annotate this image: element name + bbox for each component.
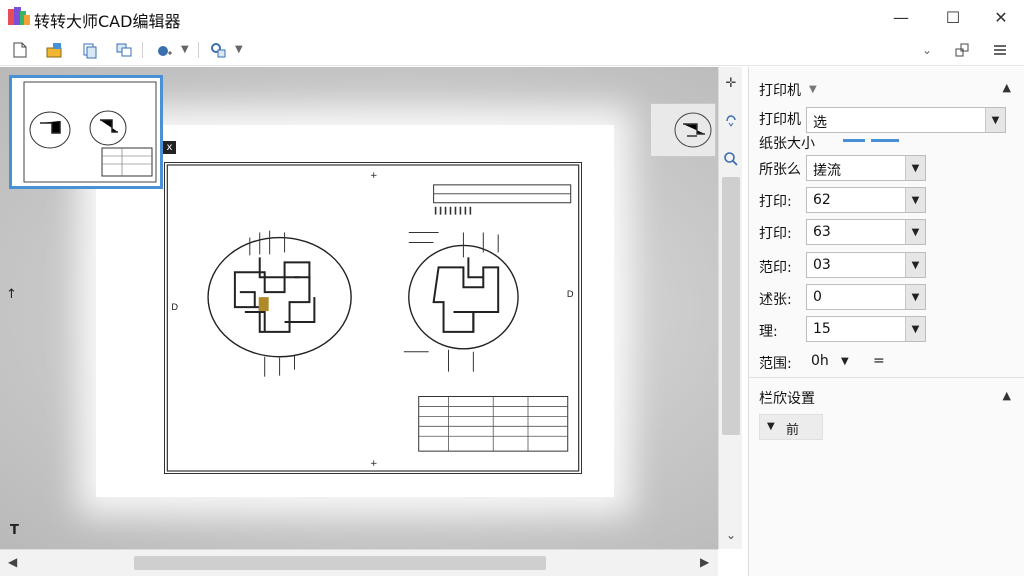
printer-section-title: 打印机 <box>759 83 801 99</box>
print-range-label: 范印: <box>759 260 792 276</box>
app-window: 转转大师CAD编辑器 — ☐ ✕ ▼ ▼ ⌄ + + D D x ↑ T ✛ ⌄… <box>0 0 1024 576</box>
pan-icon[interactable] <box>206 39 230 61</box>
cad-drawing-sheet: + + D D <box>164 162 582 474</box>
horizontal-scrollbar[interactable]: ◀ ▶ <box>0 549 718 576</box>
range-dropdown-icon[interactable]: ▼ <box>841 356 849 367</box>
chevron-down-icon[interactable]: ▼ <box>985 108 1005 132</box>
section-dropdown-icon[interactable]: ▼ <box>809 84 817 95</box>
page-thumbnail[interactable] <box>9 75 163 189</box>
print-preview-area[interactable]: + + D D x ↑ T <box>0 67 718 549</box>
paper-size-indicator <box>871 139 899 142</box>
tile-window-icon[interactable] <box>950 39 974 61</box>
offset-label: 述张: <box>759 292 792 308</box>
print-range-value: 03 <box>813 257 831 273</box>
horizontal-scrollbar-thumb[interactable] <box>134 556 546 570</box>
svg-text:+: + <box>370 459 378 469</box>
toolbar-separator <box>142 42 143 58</box>
crosshair-icon[interactable]: ✛ <box>721 73 741 93</box>
close-button[interactable]: ✕ <box>978 0 1024 34</box>
left-edge-mark: ↑ <box>6 287 17 302</box>
thumbnail-close-icon[interactable]: x <box>163 141 176 154</box>
scale-select[interactable]: 15 ▼ <box>806 316 926 342</box>
range-value[interactable]: 0h <box>811 353 829 369</box>
print-setting-label: 打印: <box>759 194 792 210</box>
title-bar: 转转大师CAD编辑器 — ☐ ✕ <box>0 0 1024 34</box>
toolbar-separator <box>198 42 199 58</box>
print-settings-panel: 打印机 ▼ ▲ 打印机 选 ▼ 纸张大小 所张么 搓流 ▼ 打印: 62 ▼ 打… <box>748 67 1024 576</box>
layer-dropdown-icon[interactable]: ▼ <box>181 44 189 55</box>
vertical-scrollbar-thumb[interactable] <box>722 177 740 435</box>
output-section-title: 栏欣设置 <box>759 391 815 407</box>
app-title: 转转大师CAD编辑器 <box>34 12 181 31</box>
vertical-toolstrip: ✛ ⌄ <box>718 67 742 549</box>
chevron-down-icon[interactable]: ▼ <box>905 156 925 180</box>
zoom-icon[interactable] <box>721 149 741 169</box>
offset-select[interactable]: 0 ▼ <box>806 284 926 310</box>
mini-navigator[interactable] <box>650 103 716 157</box>
scroll-left-icon[interactable]: ◀ <box>8 555 17 569</box>
output-section-header[interactable]: 栏欣设置 ▲ <box>749 379 1024 413</box>
chevron-down-icon[interactable]: ▼ <box>905 188 925 212</box>
scale-value: 15 <box>813 321 831 337</box>
printer-section-header[interactable]: 打印机 ▼ ▲ <box>749 71 1024 105</box>
print-setting-value: 62 <box>813 192 831 208</box>
bottom-left-mark: T <box>10 523 19 538</box>
menu-icon[interactable] <box>988 39 1012 61</box>
pan-dropdown-icon[interactable]: ▼ <box>235 44 243 55</box>
chevron-down-icon[interactable]: ▼ <box>905 317 925 341</box>
chevron-down-icon[interactable]: ▼ <box>905 220 925 244</box>
paper-orient-value: 搓流 <box>813 163 841 179</box>
svg-text:D: D <box>171 303 178 313</box>
paper-orient-select[interactable]: 搓流 ▼ <box>806 155 926 181</box>
range-label: 范围: <box>759 356 792 372</box>
chevron-down-icon[interactable]: ▼ <box>905 253 925 277</box>
layer-icon[interactable] <box>152 39 176 61</box>
printer-label: 打印机 <box>759 112 801 128</box>
scale-label: 理: <box>759 324 778 340</box>
paper-orient-label: 所张么 <box>759 162 801 178</box>
printer-value: 选 <box>813 115 827 131</box>
print-setting-select[interactable]: 63 ▼ <box>806 219 926 245</box>
section-divider <box>749 377 1024 378</box>
pan-tool-icon[interactable] <box>721 111 741 131</box>
svg-text:D: D <box>567 290 574 300</box>
collapse-up-icon[interactable]: ▲ <box>1003 389 1011 402</box>
open-file-icon[interactable] <box>42 39 66 61</box>
maximize-button[interactable]: ☐ <box>930 0 976 34</box>
paper-size-indicator <box>843 139 865 142</box>
scroll-down-icon[interactable]: ⌄ <box>721 525 741 545</box>
print-setting-value: 63 <box>813 224 831 240</box>
chevron-down-icon[interactable]: ⌄ <box>922 43 932 57</box>
print-range-select[interactable]: 03 ▼ <box>806 252 926 278</box>
offset-value: 0 <box>813 289 822 305</box>
window-icon[interactable] <box>112 39 136 61</box>
svg-text:+: + <box>370 171 378 181</box>
collapse-up-icon[interactable]: ▲ <box>1003 81 1011 94</box>
print-setting-select[interactable]: 62 ▼ <box>806 187 926 213</box>
output-option-button[interactable]: ▼ 前 <box>759 414 823 440</box>
output-option-label: 前 <box>786 423 800 438</box>
app-logo-icon <box>8 7 30 25</box>
chevron-down-icon[interactable]: ▼ <box>905 285 925 309</box>
printer-select[interactable]: 选 ▼ <box>806 107 1006 133</box>
minimize-button[interactable]: — <box>878 0 924 34</box>
print-setting-label: 打印: <box>759 226 792 242</box>
toolbar: ▼ ▼ ⌄ <box>0 34 1024 66</box>
range-equals: = <box>873 353 885 369</box>
scroll-right-icon[interactable]: ▶ <box>700 555 709 569</box>
caret-down-icon: ▼ <box>767 421 775 432</box>
copy-icon[interactable] <box>78 39 102 61</box>
paper-size-label: 纸张大小 <box>759 136 815 152</box>
new-file-icon[interactable] <box>8 39 32 61</box>
